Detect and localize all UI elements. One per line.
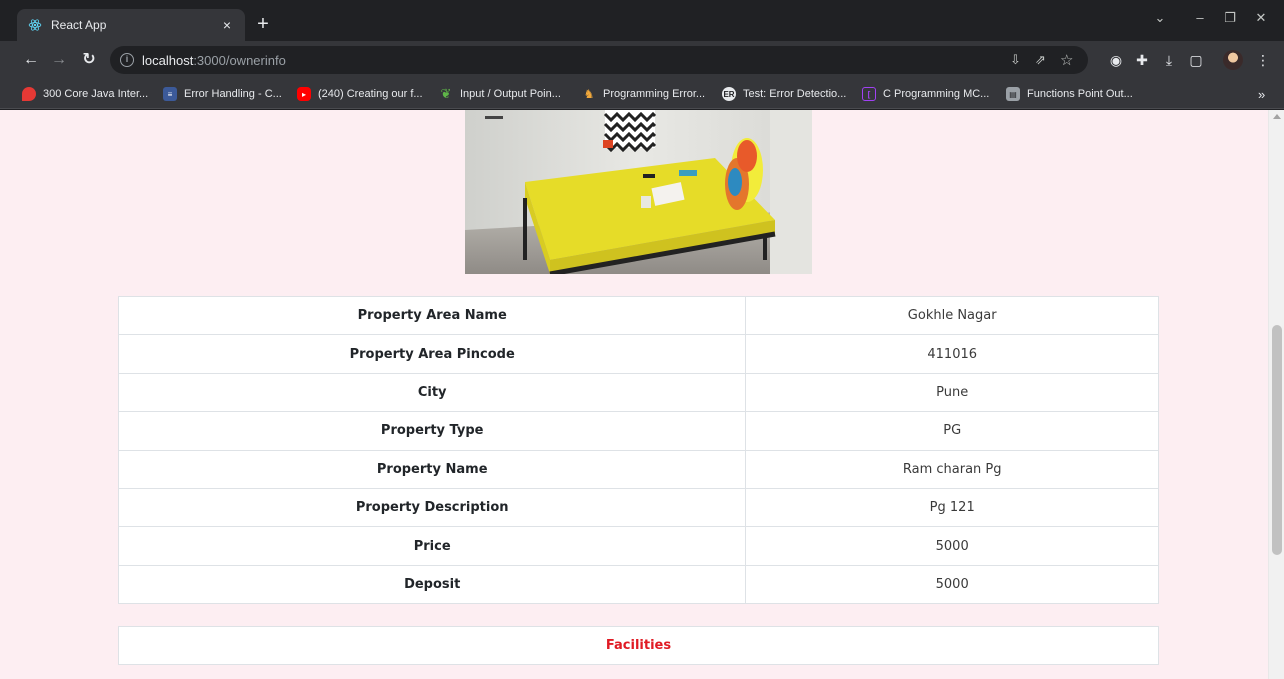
facilities-heading: Facilities: [118, 626, 1159, 665]
table-row: Price 5000: [117, 526, 1159, 566]
bookmark-label: Programming Error...: [603, 88, 706, 100]
bookmark-item[interactable]: ER Test: Error Detectio...: [722, 86, 846, 102]
table-row: Property Description Pg 121: [117, 487, 1159, 528]
bookmark-label: Test: Error Detectio...: [743, 88, 847, 100]
property-type-value: PG: [745, 411, 1159, 451]
browser-menu-icon[interactable]: ⋮: [1252, 49, 1274, 71]
table-row: Property Area Pincode 411016: [117, 334, 1159, 374]
bookmarks-bar: 300 Core Java Inter... ≡ Error Handling …: [0, 79, 1284, 109]
side-panel-icon[interactable]: ▢: [1185, 49, 1207, 71]
page-content: Property Area Name Gokhle Nagar Property…: [0, 110, 1268, 679]
tab-close-icon[interactable]: ×: [219, 17, 235, 33]
youtube-icon: ▸: [297, 87, 311, 101]
bookmark-item[interactable]: 300 Core Java Inter...: [22, 86, 148, 102]
browser-tab[interactable]: React App ×: [17, 9, 245, 41]
bookmark-item[interactable]: ▸ (240) Creating our f...: [297, 86, 423, 102]
bookmark-item[interactable]: ♞ Programming Error...: [582, 86, 705, 102]
deposit-label: Deposit: [117, 564, 747, 605]
city-label: City: [117, 372, 747, 413]
download-icon[interactable]: ⤓: [1158, 49, 1180, 71]
tab-search-icon[interactable]: ⌄: [1150, 10, 1170, 26]
browser-toolbar: ← → ↻ i localhost:3000/ownerinfo ⇩ ⇗ ☆ ◉…: [0, 41, 1284, 79]
profile-avatar[interactable]: [1223, 50, 1243, 70]
url-path: :3000/ownerinfo: [193, 52, 286, 68]
restore-icon[interactable]: ❐: [1220, 10, 1240, 26]
property-description-value: Pg 121: [745, 487, 1159, 528]
property-name-value: Ram charan Pg: [745, 449, 1159, 489]
react-icon: [27, 17, 43, 33]
heart-icon: [22, 87, 36, 101]
forward-icon[interactable]: →: [48, 49, 70, 71]
property-photo: [465, 110, 812, 274]
tutorialspoint-icon: ❦: [440, 86, 452, 101]
property-type-label: Property Type: [117, 411, 747, 451]
bookmark-label: C Programming MC...: [883, 88, 990, 100]
city-value: Pune: [745, 372, 1159, 413]
url-host: localhost: [142, 52, 194, 68]
bookmark-item[interactable]: ▤ Functions Point Out...: [1006, 86, 1133, 102]
er-icon: ER: [722, 87, 736, 101]
property-name-label: Property Name: [117, 449, 747, 489]
site-info-icon[interactable]: i: [120, 53, 134, 67]
bookmark-label: Functions Point Out...: [1027, 88, 1133, 100]
bookmark-item[interactable]: [ C Programming MC...: [862, 86, 989, 102]
browser-tab-bar: React App × + ⌄ – ❐ ✕: [0, 0, 1284, 41]
property-area-pincode-label: Property Area Pincode: [117, 334, 747, 374]
property-details-table: Property Area Name Gokhle Nagar Property…: [117, 295, 1159, 605]
bookmark-label: (240) Creating our f...: [318, 88, 423, 100]
bracket-icon: [: [862, 87, 876, 101]
page-scrollbar[interactable]: [1268, 110, 1284, 679]
property-description-label: Property Description: [117, 487, 747, 528]
new-tab-button[interactable]: +: [252, 14, 274, 36]
table-row: Property Type PG: [117, 411, 1159, 451]
scroll-up-icon[interactable]: [1273, 114, 1281, 119]
install-app-icon[interactable]: ⇩: [1010, 46, 1021, 74]
price-value: 5000: [745, 526, 1159, 566]
share-icon[interactable]: ⇗: [1035, 46, 1046, 74]
reload-icon[interactable]: ↻: [78, 49, 100, 71]
table-row: City Pune: [117, 372, 1159, 413]
bookmark-star-icon[interactable]: ☆: [1060, 46, 1073, 74]
grammarly-icon[interactable]: ◉: [1105, 49, 1127, 71]
extensions-icon[interactable]: ✚: [1131, 49, 1153, 71]
bookmark-label: Error Handling - C...: [184, 88, 282, 100]
bookmark-item[interactable]: ❦ Input / Output Poin...: [439, 86, 561, 102]
table-row: Property Area Name Gokhle Nagar: [117, 295, 1159, 336]
tab-title: React App: [51, 18, 107, 32]
deposit-value: 5000: [745, 564, 1159, 605]
close-window-icon[interactable]: ✕: [1251, 10, 1271, 26]
property-area-pincode-value: 411016: [745, 334, 1159, 374]
bookmark-label: Input / Output Poin...: [460, 88, 561, 100]
scroll-thumb[interactable]: [1272, 325, 1282, 555]
property-area-name-value: Gokhle Nagar: [745, 295, 1159, 336]
book-icon: ▤: [1006, 87, 1020, 101]
price-label: Price: [117, 526, 747, 566]
site-icon: ≡: [163, 87, 177, 101]
bookmark-label: 300 Core Java Inter...: [43, 88, 149, 100]
table-row: Deposit 5000: [117, 564, 1159, 605]
address-bar[interactable]: i localhost:3000/ownerinfo ⇩ ⇗ ☆: [110, 46, 1088, 74]
more-bookmarks-icon[interactable]: »: [1258, 86, 1265, 102]
back-icon[interactable]: ←: [20, 49, 42, 71]
property-area-name-label: Property Area Name: [117, 295, 747, 336]
minimize-icon[interactable]: –: [1190, 10, 1210, 25]
table-row: Property Name Ram charan Pg: [117, 449, 1159, 489]
bag-icon: ♞: [583, 87, 595, 101]
bookmark-item[interactable]: ≡ Error Handling - C...: [163, 86, 282, 102]
